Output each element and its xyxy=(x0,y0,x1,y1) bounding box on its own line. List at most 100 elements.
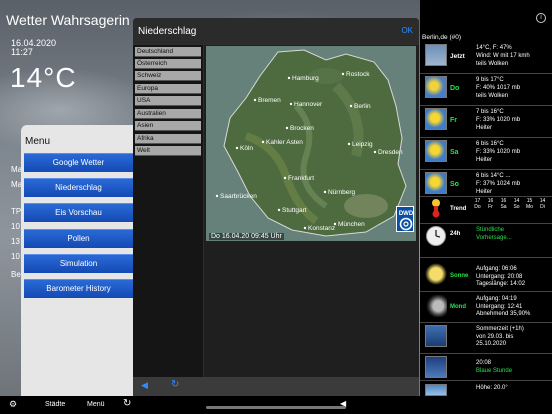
trend-day: 16 Fr xyxy=(484,198,497,210)
forecast-day: So xyxy=(450,181,459,188)
forecast-line: 14°C, F: 47% xyxy=(476,45,512,51)
sun-details: Aufgang: 06:06 Untergang: 20:08 Tageslän… xyxy=(476,266,525,289)
city-label: Leipzig xyxy=(352,141,373,148)
station-name: Berlin,de (#0) xyxy=(422,34,462,41)
city-marker xyxy=(261,140,265,144)
city-marker xyxy=(333,222,337,226)
menu-title: Menu xyxy=(25,136,51,147)
menu-item-google-wetter[interactable]: Google Wetter xyxy=(24,153,133,172)
hourly-label: 24h xyxy=(450,231,461,237)
city-label: Dresden xyxy=(378,149,403,156)
city-label: Hannover xyxy=(294,101,323,108)
ok-button[interactable]: OK xyxy=(401,26,413,35)
hourly-details: Stündliche Vorhersage... xyxy=(476,227,512,242)
map-area: Hamburg Rostock Bremen Hannover Berlin Brocke… xyxy=(204,45,419,377)
region-deutschland[interactable]: Deutschland xyxy=(135,47,201,57)
bg-text-fragment: 10 xyxy=(11,252,20,261)
forecast-row[interactable]: Jetzt 14°C, F: 47% Wind: W mit 17 kmh te… xyxy=(420,42,552,75)
bg-text-fragment: 13 xyxy=(11,237,20,246)
trend-day: 15 Mo xyxy=(523,198,536,210)
forecast-row[interactable]: Sa 6 bis 16°C F: 33% 1020 mb Heiter xyxy=(420,138,552,171)
menu-item-niederschlag[interactable]: Niederschlag xyxy=(24,178,133,197)
forecast-line: F: 33% 1020 mb xyxy=(476,117,521,123)
city-label: Kahler Asten xyxy=(266,139,303,146)
city-label: Saarbrücken xyxy=(220,193,257,200)
region-australien[interactable]: Australien xyxy=(135,109,201,119)
sun-line: Untergang: 20:08 xyxy=(476,273,523,280)
forecast-day: Fr xyxy=(450,117,457,124)
menu-panel: Menu Google Wetter Niederschlag Eis Vors… xyxy=(21,125,133,396)
city-marker xyxy=(285,126,289,130)
info-icon[interactable]: i xyxy=(536,13,546,23)
blue-hour-thumbnail xyxy=(425,356,447,378)
dwd-label: DWD xyxy=(399,211,414,217)
moon-details: Aufgang: 04:19 Untergang: 12:41 Abnehmen… xyxy=(476,296,530,319)
reload-icon[interactable]: ↻ xyxy=(171,379,179,390)
trend-day: 17 Do xyxy=(471,198,484,210)
altitude-line: Höhe: 20.0° xyxy=(476,385,508,391)
divider xyxy=(420,223,552,224)
city-label: Bremen xyxy=(258,97,281,104)
blue-hour-time: 20:08 xyxy=(476,360,492,366)
sun-icon xyxy=(425,172,447,194)
tab-staedte[interactable]: Städte xyxy=(45,401,65,408)
menu-item-simulation[interactable]: Simulation xyxy=(24,254,133,273)
divider xyxy=(420,380,552,381)
city-label: Rostock xyxy=(346,71,370,78)
trend-day: 14 So xyxy=(510,198,523,210)
altitude-details: Höhe: 20.0° xyxy=(476,385,508,393)
menu-item-barometer-history[interactable]: Barometer History xyxy=(24,279,133,298)
sun-line: Aufgang: 06:06 xyxy=(476,266,517,272)
panel-title: Niederschlag xyxy=(138,26,197,37)
forecast-column: Berlin,de (#0) Jetzt 14°C, F: 47% Wind: … xyxy=(420,30,552,396)
partly-cloudy-icon xyxy=(425,76,447,98)
divider xyxy=(420,322,552,323)
sun-line: Tageslänge: 14:02 xyxy=(476,281,526,287)
menu-item-eis-vorschau[interactable]: Eis Vorschau xyxy=(24,203,133,222)
trend-weekday: Do xyxy=(474,204,481,210)
cities-icon[interactable]: ⚙ xyxy=(9,399,17,410)
forecast-day: Jetzt xyxy=(450,53,465,60)
forecast-details: 14°C, F: 47% Wind: W mit 17 kmh teils Wo… xyxy=(476,44,530,68)
city-marker xyxy=(253,98,257,102)
sun-disc-icon xyxy=(425,263,447,285)
current-temperature: 14°C xyxy=(10,62,77,93)
forecast-line: Wind: W mit 17 kmh xyxy=(476,53,530,59)
region-europa[interactable]: Europa xyxy=(135,84,201,94)
trend-day: 14 Di xyxy=(536,198,549,210)
sun-icon xyxy=(425,108,447,130)
menu-item-pollen[interactable]: Pollen xyxy=(24,229,133,248)
trend-weekday: Sa xyxy=(500,204,507,210)
dst-thumbnail xyxy=(425,325,447,347)
city-marker xyxy=(235,146,239,150)
hourly-line: Stündliche xyxy=(476,227,505,233)
trend-day: 16 Sa xyxy=(497,198,510,210)
weather-thumbnail xyxy=(425,44,447,66)
germany-map-image: Hamburg Rostock Bremen Hannover Berlin Brocke… xyxy=(206,46,416,241)
forecast-row[interactable]: Fr 7 bis 16°C F: 33% 1020 mb Heiter xyxy=(420,106,552,139)
precipitation-map[interactable]: Hamburg Rostock Bremen Hannover Berlin Brocke… xyxy=(206,46,416,241)
forecast-day: Do xyxy=(450,85,460,92)
tab-menue[interactable]: Menü xyxy=(87,401,105,408)
forecast-row[interactable]: Do 9 bis 17°C F: 40% 1017 mb teils Wolke… xyxy=(420,74,552,107)
region-welt[interactable]: Welt xyxy=(135,146,201,156)
region-asien[interactable]: Asien xyxy=(135,121,201,131)
city-label: München xyxy=(338,221,365,228)
bg-text-fragment: Be xyxy=(11,270,21,279)
region-oesterreich[interactable]: Österreich xyxy=(135,59,201,69)
region-schweiz[interactable]: Schweiz xyxy=(135,71,201,81)
region-usa[interactable]: USA xyxy=(135,96,201,106)
blue-hour-label: Blaue Stunde xyxy=(476,367,513,374)
refresh-icon[interactable]: ↻ xyxy=(123,398,131,409)
play-back-icon[interactable]: ◀ xyxy=(141,380,148,391)
trend-label: Trend xyxy=(450,206,467,212)
trend-weekday: Di xyxy=(540,204,545,210)
trend-days: 17 Do 16 Fr 16 Sa 14 So 15 Mo 14 Di xyxy=(471,198,551,214)
sun-label: Sonne xyxy=(450,273,469,279)
city-marker xyxy=(303,226,307,230)
city-marker xyxy=(341,72,345,76)
city-marker xyxy=(215,194,219,198)
hourly-line: Vorhersage... xyxy=(476,234,512,241)
region-afrika[interactable]: Afrika xyxy=(135,134,201,144)
forecast-line: Heiter xyxy=(476,189,493,195)
